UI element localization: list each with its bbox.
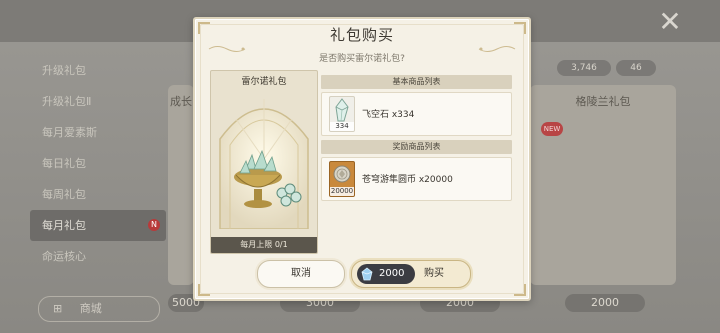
cancel-button[interactable]: 取消 [257,260,345,288]
coin-icon-graphic [333,165,351,183]
sidebar-item-label: 命运核心 [42,250,86,263]
buy-button-label: 购买 [424,268,444,279]
currency-gem-counter: 3,746 [557,60,611,76]
section-header: 奖励商品列表 [321,140,512,154]
card-title: 成长 [170,95,192,108]
list-item: 334 飞空石 x334 [321,92,512,136]
sidebar-item-upgrade[interactable]: 升级礼包 [30,55,166,86]
background-card-left: 成长 [168,85,194,285]
crystal-icon-graphic [335,98,349,122]
sidebar-item-label: 每日礼包 [42,157,86,170]
sidebar-item-label: 每月爱素斯 [42,126,97,139]
basic-items-section: 基本商品列表 334 飞空石 x334 [321,75,512,136]
sidebar-item-weekly[interactable]: 每周礼包 [30,179,166,210]
buy-button[interactable]: 2000 购买 [351,260,471,288]
package-name: 雷尔诺礼包 [241,77,287,87]
package-treasure-icon [219,99,309,229]
item-quantity: 20000 [330,187,354,196]
background-sidebar: 升级礼包 升级礼包Ⅱ 每月爱素斯 每日礼包 每周礼包 每月礼包 N 命运核心 [30,55,166,272]
shop-button[interactable]: ⊞ 商城 [38,296,160,322]
shop-icon: ⊞ [53,302,63,315]
dialog-title: 礼包购买 [329,26,394,44]
sidebar-item-monthly[interactable]: 每月礼包 N [30,210,166,241]
reward-items-section: 奖励商品列表 20000 苍穹游隼圆币 x20000 [321,140,512,201]
sidebar-item-monthly-ais[interactable]: 每月爱素斯 [30,117,166,148]
price-pill: 2000 [357,264,415,284]
sidebar-item-daily[interactable]: 每日礼包 [30,148,166,179]
sidebar-item-label: 每月礼包 [42,219,86,232]
sidebar-item-label: 升级礼包 [42,64,86,77]
card-title: 格陵兰礼包 [575,95,631,108]
background-card-right[interactable]: 格陵兰礼包 [530,85,676,285]
corner-ornament [198,284,210,296]
list-item: 20000 苍穹游隼圆币 x20000 [321,157,512,201]
section-header: 基本商品列表 [321,75,512,89]
new-badge: N [148,219,160,231]
item-name: 苍穹游隼圆币 x20000 [362,175,453,185]
corner-ornament [514,284,526,296]
sidebar-item-fate-core[interactable]: 命运核心 [30,241,166,272]
coin-icon[interactable]: 20000 [329,161,355,197]
sidebar-item-label: 每周礼包 [42,188,86,201]
gem-icon [361,267,373,281]
sidebar-item-upgrade-2[interactable]: 升级礼包Ⅱ [30,86,166,117]
purchase-limit: 每月上限 0/1 [211,237,317,253]
item-name: 飞空石 x334 [362,110,415,120]
purchase-dialog: 礼包购买 是否购买雷尔诺礼包? 雷尔诺礼包 每月上限 0/1 基本商品列表 33… [193,17,531,301]
item-quantity: 334 [330,122,354,131]
new-badge: NEW [541,122,563,136]
close-icon[interactable]: ✕ [656,8,684,36]
sidebar-item-label: 升级礼包Ⅱ [42,95,92,108]
currency-secondary-counter: 46 [616,60,656,76]
price-tag: 2000 [565,294,645,312]
dialog-subtitle: 是否购买雷尔诺礼包? [319,54,405,64]
currency-gem-value: 3,746 [571,63,597,73]
currency-secondary-value: 46 [630,63,642,73]
price-value: 2000 [379,268,405,279]
shop-button-label: 商城 [79,302,102,315]
package-preview: 雷尔诺礼包 每月上限 0/1 [210,70,318,254]
crystal-icon[interactable]: 334 [329,96,355,132]
